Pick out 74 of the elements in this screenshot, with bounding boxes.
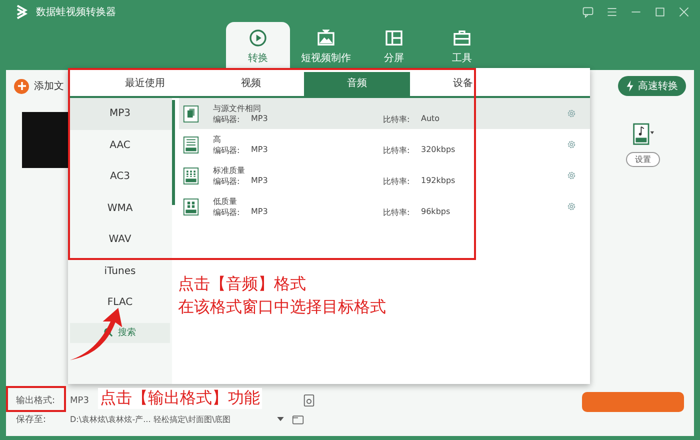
preset-name: 标准质量	[213, 164, 246, 176]
preset-row[interactable]: 高 编码器: MP3 比特率: 320kbps	[179, 129, 590, 160]
bitrate-label: 比特率:	[383, 114, 411, 124]
settings-button[interactable]: 设置	[626, 152, 660, 167]
copy-file-icon	[183, 104, 199, 122]
format-item[interactable]: WAV	[68, 224, 172, 256]
preset-name: 高	[213, 134, 222, 144]
encoder-label: 编码器:	[213, 144, 241, 156]
settings-icon[interactable]	[567, 171, 576, 180]
split-screen-icon	[384, 28, 404, 48]
fast-convert-button[interactable]: 高速转换	[618, 76, 686, 96]
annotation-text: 在该格式窗口中选择目标格式	[178, 297, 386, 318]
nav-tab[interactable]: 转换	[226, 22, 290, 70]
nav-tab[interactable]: 工具	[430, 22, 494, 70]
format-tab[interactable]: 视频	[198, 72, 304, 96]
preset-row[interactable]: 低质量 编码器: MP3 比特率: 96kbps	[179, 191, 590, 222]
encoder-value: MP3	[251, 144, 269, 156]
nav-tab[interactable]: 分屏	[362, 22, 426, 70]
quality-file-icon	[183, 198, 199, 216]
bitrate-value: 320kbps	[421, 144, 456, 156]
window-title: 数据蛙视频转换器	[36, 6, 116, 19]
preset-row[interactable]: 与源文件相同 编码器: MP3 比特率: Auto	[179, 98, 590, 129]
encoder-label: 编码器:	[213, 176, 241, 186]
mp3-file-icon[interactable]	[632, 122, 654, 148]
preset-row[interactable]: 标准质量 编码器: MP3 比特率: 192kbps	[179, 160, 590, 191]
quality-file-icon	[183, 136, 199, 154]
lightning-icon	[626, 80, 634, 92]
format-tab[interactable]: 最近使用	[92, 72, 198, 96]
bitrate-value: 192kbps	[421, 176, 456, 186]
output-format-label: 输出格式:	[16, 394, 56, 407]
quality-file-icon	[183, 166, 199, 184]
format-item[interactable]: FLAC	[68, 287, 172, 318]
bitrate-value: 96kbps	[421, 206, 452, 218]
encoder-value: MP3	[251, 206, 269, 218]
annotation-text: 点击【输出格式】功能	[98, 388, 262, 409]
output-format-value[interactable]: MP3	[70, 396, 89, 406]
settings-icon[interactable]	[567, 202, 576, 211]
bitrate-value: Auto	[421, 114, 441, 124]
highlight-frame	[6, 386, 66, 412]
close-icon[interactable]	[678, 6, 690, 18]
tv-icon	[316, 28, 336, 48]
bitrate-label: 比特率:	[383, 176, 411, 186]
encoder-value: MP3	[251, 176, 269, 186]
dropdown-caret-icon[interactable]	[277, 417, 284, 422]
scrollbar[interactable]	[172, 100, 175, 205]
save-path-field[interactable]: D:\袁林炫\袁林炫-产... 轻松搞定\封面图\底图	[70, 414, 284, 425]
annotation-text: 点击【音频】格式	[178, 274, 307, 295]
settings-icon[interactable]	[302, 394, 315, 407]
format-tab[interactable]: 音频	[304, 72, 410, 96]
format-item[interactable]: MP3	[68, 98, 172, 130]
folder-icon[interactable]	[292, 413, 304, 426]
format-item[interactable]: WMA	[68, 192, 172, 224]
format-item[interactable]: AC3	[68, 161, 172, 192]
bitrate-label: 比特率:	[383, 206, 411, 218]
encoder-label: 编码器:	[213, 114, 241, 124]
format-tab[interactable]: 设备	[410, 72, 516, 96]
preset-name: 与源文件相同	[213, 102, 262, 114]
format-item[interactable]: AAC	[68, 130, 172, 161]
nav-tab[interactable]: 短视频制作	[294, 22, 358, 70]
encoder-label: 编码器:	[213, 206, 241, 218]
convert-icon	[248, 28, 268, 48]
format-search-button[interactable]: 搜索	[70, 322, 170, 342]
format-item[interactable]: iTunes	[68, 256, 172, 287]
feedback-icon[interactable]	[582, 6, 594, 18]
save-to-label: 保存至:	[16, 414, 48, 426]
settings-icon[interactable]	[567, 140, 576, 149]
add-icon	[14, 78, 29, 94]
maximize-icon[interactable]	[654, 6, 666, 18]
preset-name: 低质量	[213, 196, 238, 206]
add-file-button[interactable]: 添加文	[14, 78, 64, 94]
menu-icon[interactable]	[606, 6, 618, 18]
encoder-value: MP3	[251, 114, 269, 124]
bitrate-label: 比特率:	[383, 144, 411, 156]
toolbox-icon	[452, 28, 472, 48]
